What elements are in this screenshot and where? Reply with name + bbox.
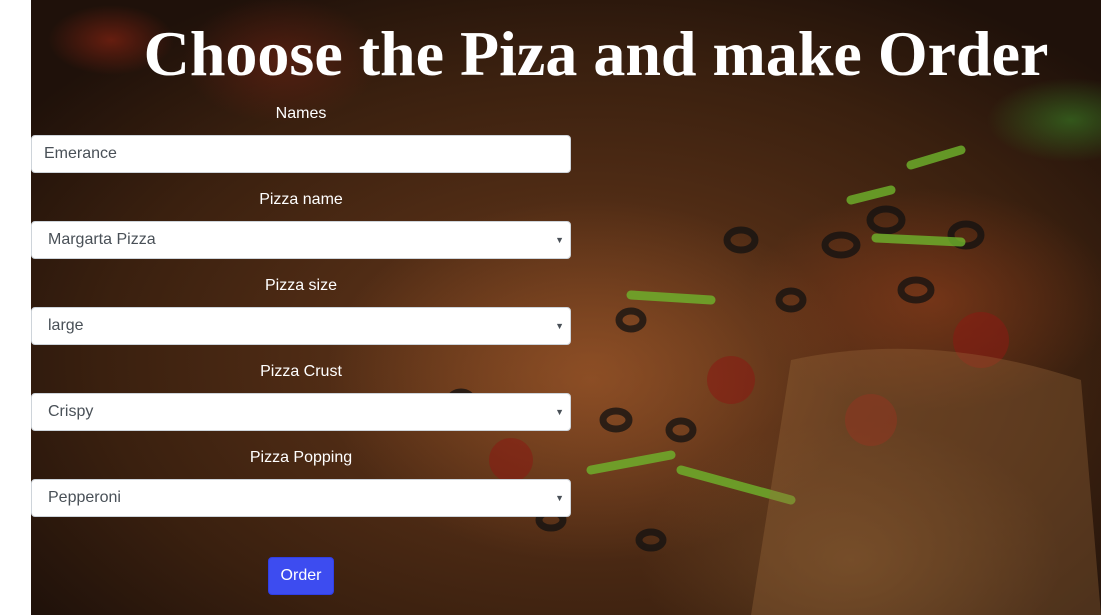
pizza-topping-label: Pizza Popping: [249, 449, 353, 466]
pizza-size-label: Pizza size: [264, 277, 338, 294]
pizza-name-select[interactable]: Margarta Pizza ▼: [31, 221, 571, 259]
chevron-down-icon: ▼: [555, 493, 564, 503]
names-label: Names: [275, 105, 327, 122]
order-button[interactable]: Order: [268, 557, 334, 595]
pizza-topping-value: Pepperoni: [48, 489, 121, 506]
chevron-down-icon: ▼: [555, 321, 564, 331]
page-title: Choose the Piza and make Order: [143, 18, 1049, 89]
pizza-topping-select[interactable]: Pepperoni ▼: [31, 479, 571, 517]
names-input[interactable]: Emerance: [31, 135, 571, 173]
chevron-down-icon: ▼: [555, 235, 564, 245]
pizza-size-select[interactable]: large ▼: [31, 307, 571, 345]
pizza-crust-label: Pizza Crust: [260, 363, 342, 380]
pizza-name-value: Margarta Pizza: [48, 231, 156, 248]
pizza-size-value: large: [48, 317, 84, 334]
pizza-name-label: Pizza name: [259, 191, 343, 208]
pizza-crust-value: Crispy: [48, 403, 94, 420]
pizza-background: Choose the Piza and make Order Names Eme…: [31, 0, 1101, 615]
pizza-crust-select[interactable]: Crispy ▼: [31, 393, 571, 431]
chevron-down-icon: ▼: [555, 407, 564, 417]
